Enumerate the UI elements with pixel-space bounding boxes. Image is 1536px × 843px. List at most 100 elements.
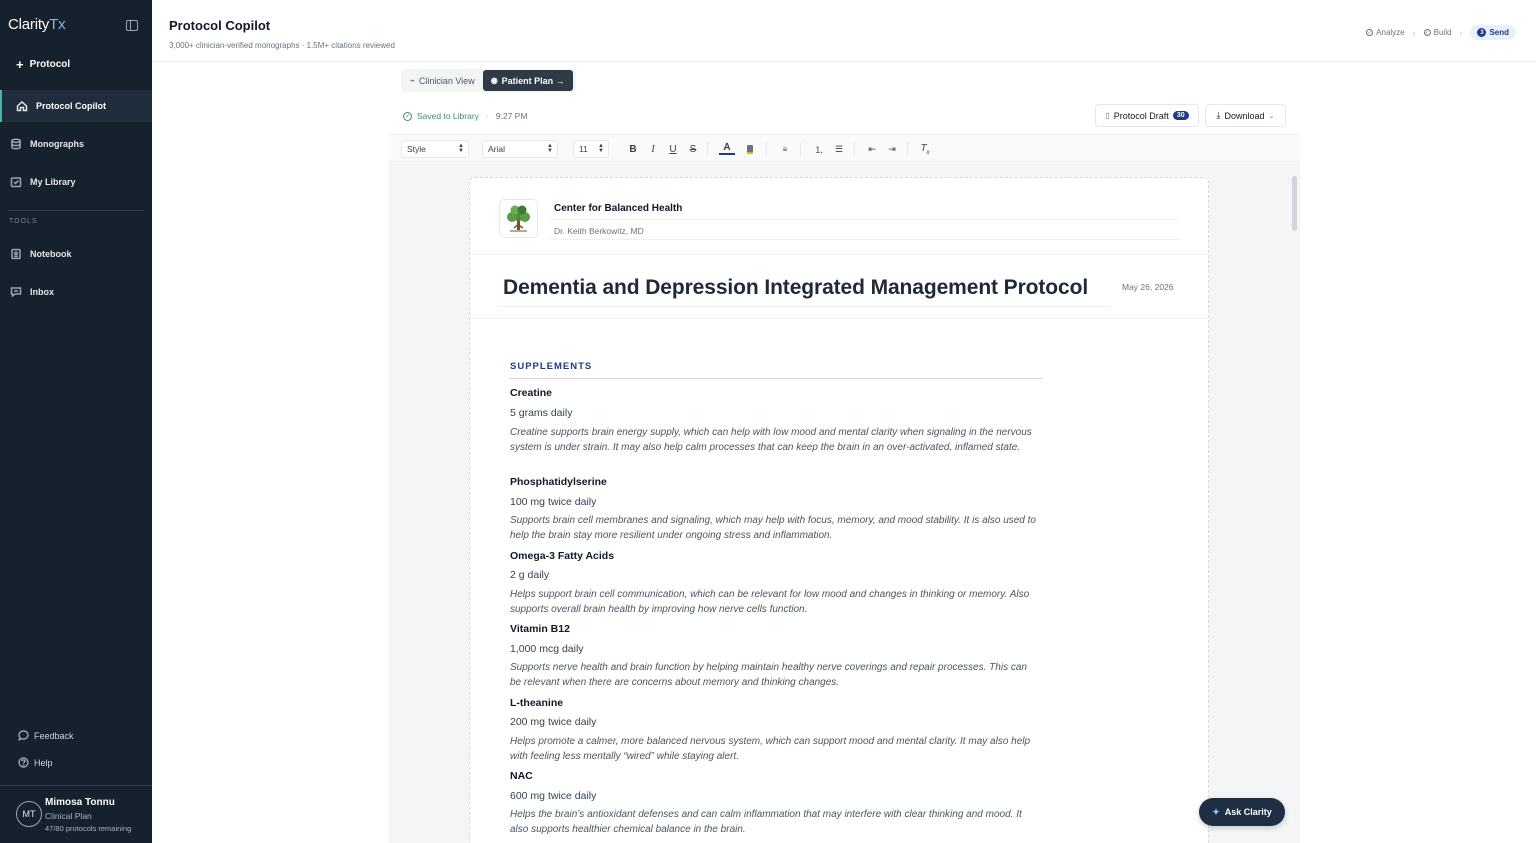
supplement-description[interactable]: Helps the brain’s antioxidant defenses a… [510, 808, 1040, 837]
numbered-list-button[interactable]: ⒈ [811, 141, 827, 157]
style-select-value: Style [407, 144, 426, 154]
style-select[interactable]: Style ▲ ▼ [401, 140, 469, 158]
font-size-select[interactable]: 11 ▲ ▼ [573, 140, 609, 158]
scrollbar-thumb[interactable] [1292, 176, 1297, 231]
tree-logo-icon [507, 205, 530, 232]
sidebar-item-monographs[interactable]: Monographs [0, 128, 152, 160]
supplement-description[interactable]: Supports brain cell membranes and signal… [510, 514, 1040, 543]
supplement-dose[interactable]: 100 mg twice daily [510, 496, 596, 508]
document-icon: ▯ [1105, 111, 1110, 120]
header-divider [152, 61, 1536, 62]
sidebar-item-protocol-copilot[interactable]: Protocol Copilot [0, 90, 152, 122]
tab-label: Patient Plan → [501, 75, 565, 86]
toolbar-divider [800, 142, 801, 156]
clear-format-button[interactable]: Tx [917, 141, 933, 157]
supplement-name[interactable]: Creatine [510, 387, 552, 399]
outdent-icon: ⇤ [868, 143, 876, 154]
draft-count-badge: 30 [1172, 111, 1189, 120]
check-circle-icon: ✓ [403, 111, 412, 121]
document-title[interactable]: Dementia and Depression Integrated Manag… [503, 276, 1088, 300]
supplement-description[interactable]: Helps support brain cell communication, … [510, 588, 1040, 617]
doctor-name[interactable]: Dr. Keith Berkowitz, MD [554, 226, 644, 236]
indent-button[interactable]: ⇥ [884, 141, 900, 157]
tab-label: Clinician View [418, 75, 475, 86]
check-icon: ✓ [1423, 29, 1431, 36]
logo-text: Clarity [8, 16, 50, 33]
supplement-description[interactable]: Supports nerve health and brain function… [510, 661, 1040, 690]
bold-icon: B [629, 143, 637, 155]
clinic-name[interactable]: Center for Balanced Health [554, 203, 682, 214]
chevron-right-icon: › [1412, 27, 1416, 38]
supplement-name[interactable]: Phosphatidylserine [510, 476, 607, 488]
view-toggle: ⌁ Clinician View ◉ Patient Plan → [401, 69, 576, 92]
toolbar-divider [707, 142, 708, 156]
section-rule [509, 378, 1042, 379]
sidebar-item-my-library[interactable]: My Library [0, 166, 152, 198]
editor-toolbar: Style ▲ ▼ Arial ▲ ▼ 11 ▲ ▼ B I U S A ≡ ⒈ ☰ … [389, 134, 1300, 162]
supplement-dose[interactable]: 200 mg twice daily [510, 716, 596, 728]
check-icon: ✓ [1366, 29, 1374, 36]
sparkle-icon: ✦ [1212, 806, 1220, 817]
app-logo[interactable]: ClarityTx [8, 16, 66, 33]
section-heading[interactable]: SUPPLEMENTS [510, 361, 592, 372]
sidebar-item-inbox[interactable]: Inbox [0, 276, 152, 308]
supplement-dose[interactable]: 1,000 mcg daily [510, 643, 584, 655]
avatar[interactable]: MT [16, 801, 42, 827]
step-number: 3 [1477, 28, 1487, 37]
font-select[interactable]: Arial ▲ ▼ [482, 140, 558, 158]
download-icon: ⤓ [1216, 110, 1221, 120]
help-link[interactable]: Help [18, 757, 53, 768]
tab-patient-plan[interactable]: ◉ Patient Plan → [482, 70, 573, 91]
highlighter-icon [747, 144, 753, 154]
toolbar-divider [854, 142, 855, 156]
toolbar-divider [907, 142, 908, 156]
protocol-draft-button[interactable]: ▯ Protocol Draft 30 [1095, 104, 1199, 127]
supplement-name[interactable]: NAC [510, 770, 533, 782]
step-send[interactable]: 3 Send [1470, 25, 1516, 40]
database-icon [11, 138, 21, 150]
saved-time: 9:27 PM [495, 111, 528, 121]
chat-icon [10, 287, 22, 298]
sidebar-collapse-icon[interactable] [126, 20, 138, 31]
underline-button[interactable]: U [665, 141, 681, 157]
notebook-icon [11, 248, 21, 260]
workflow-steps: ✓ Analyze › ✓ Build › 3 Send [1366, 25, 1516, 40]
italic-button[interactable]: I [645, 141, 661, 157]
bullet-list-icon: ☰ [834, 143, 844, 154]
new-protocol-button[interactable]: + Protocol [16, 57, 70, 72]
step-analyze[interactable]: ✓ Analyze [1366, 28, 1405, 37]
plus-icon: + [16, 57, 24, 72]
highlight-button[interactable] [742, 141, 758, 157]
step-build[interactable]: ✓ Build [1423, 28, 1451, 37]
scrollbar-track[interactable] [1291, 166, 1298, 843]
supplement-dose[interactable]: 5 grams daily [510, 407, 572, 419]
sidebar-item-notebook[interactable]: Notebook [0, 238, 152, 270]
outdent-button[interactable]: ⇤ [864, 141, 880, 157]
clinic-logo [499, 199, 538, 238]
header-separator [470, 318, 1208, 319]
supplement-name[interactable]: L-theanine [510, 697, 563, 709]
supplement-description[interactable]: Creatine supports brain energy supply, w… [510, 426, 1040, 455]
strikethrough-button[interactable]: S [685, 141, 701, 157]
align-button[interactable]: ≡ [777, 141, 793, 157]
protocols-remaining: 47/80 protocols remaining [45, 824, 132, 833]
tab-clinician-view[interactable]: ⌁ Clinician View [402, 70, 483, 91]
strikethrough-icon: S [689, 143, 697, 155]
bullet-list-button[interactable]: ☰ [831, 141, 847, 157]
supplement-description[interactable]: Helps promote a calmer, more balanced ne… [510, 735, 1040, 764]
underline-icon: U [669, 143, 677, 155]
italic-icon: I [651, 143, 655, 155]
download-button[interactable]: ⤓ Download ⌄ [1205, 104, 1286, 127]
ask-clarity-button[interactable]: ✦ Ask Clarity [1199, 798, 1285, 826]
supplement-name[interactable]: Omega-3 Fatty Acids [510, 550, 614, 562]
ask-clarity-label: Ask Clarity [1224, 807, 1272, 817]
supplement-dose[interactable]: 600 mg twice daily [510, 790, 596, 802]
feedback-link[interactable]: Feedback [18, 730, 74, 741]
separator-dot: · [485, 111, 489, 121]
text-color-button[interactable]: A [719, 141, 735, 155]
eye-icon: ◉ [490, 76, 498, 85]
supplement-dose[interactable]: 2 g daily [510, 569, 549, 581]
text-color-icon: A [723, 141, 731, 153]
bold-button[interactable]: B [625, 141, 641, 157]
supplement-name[interactable]: Vitamin B12 [510, 623, 570, 635]
